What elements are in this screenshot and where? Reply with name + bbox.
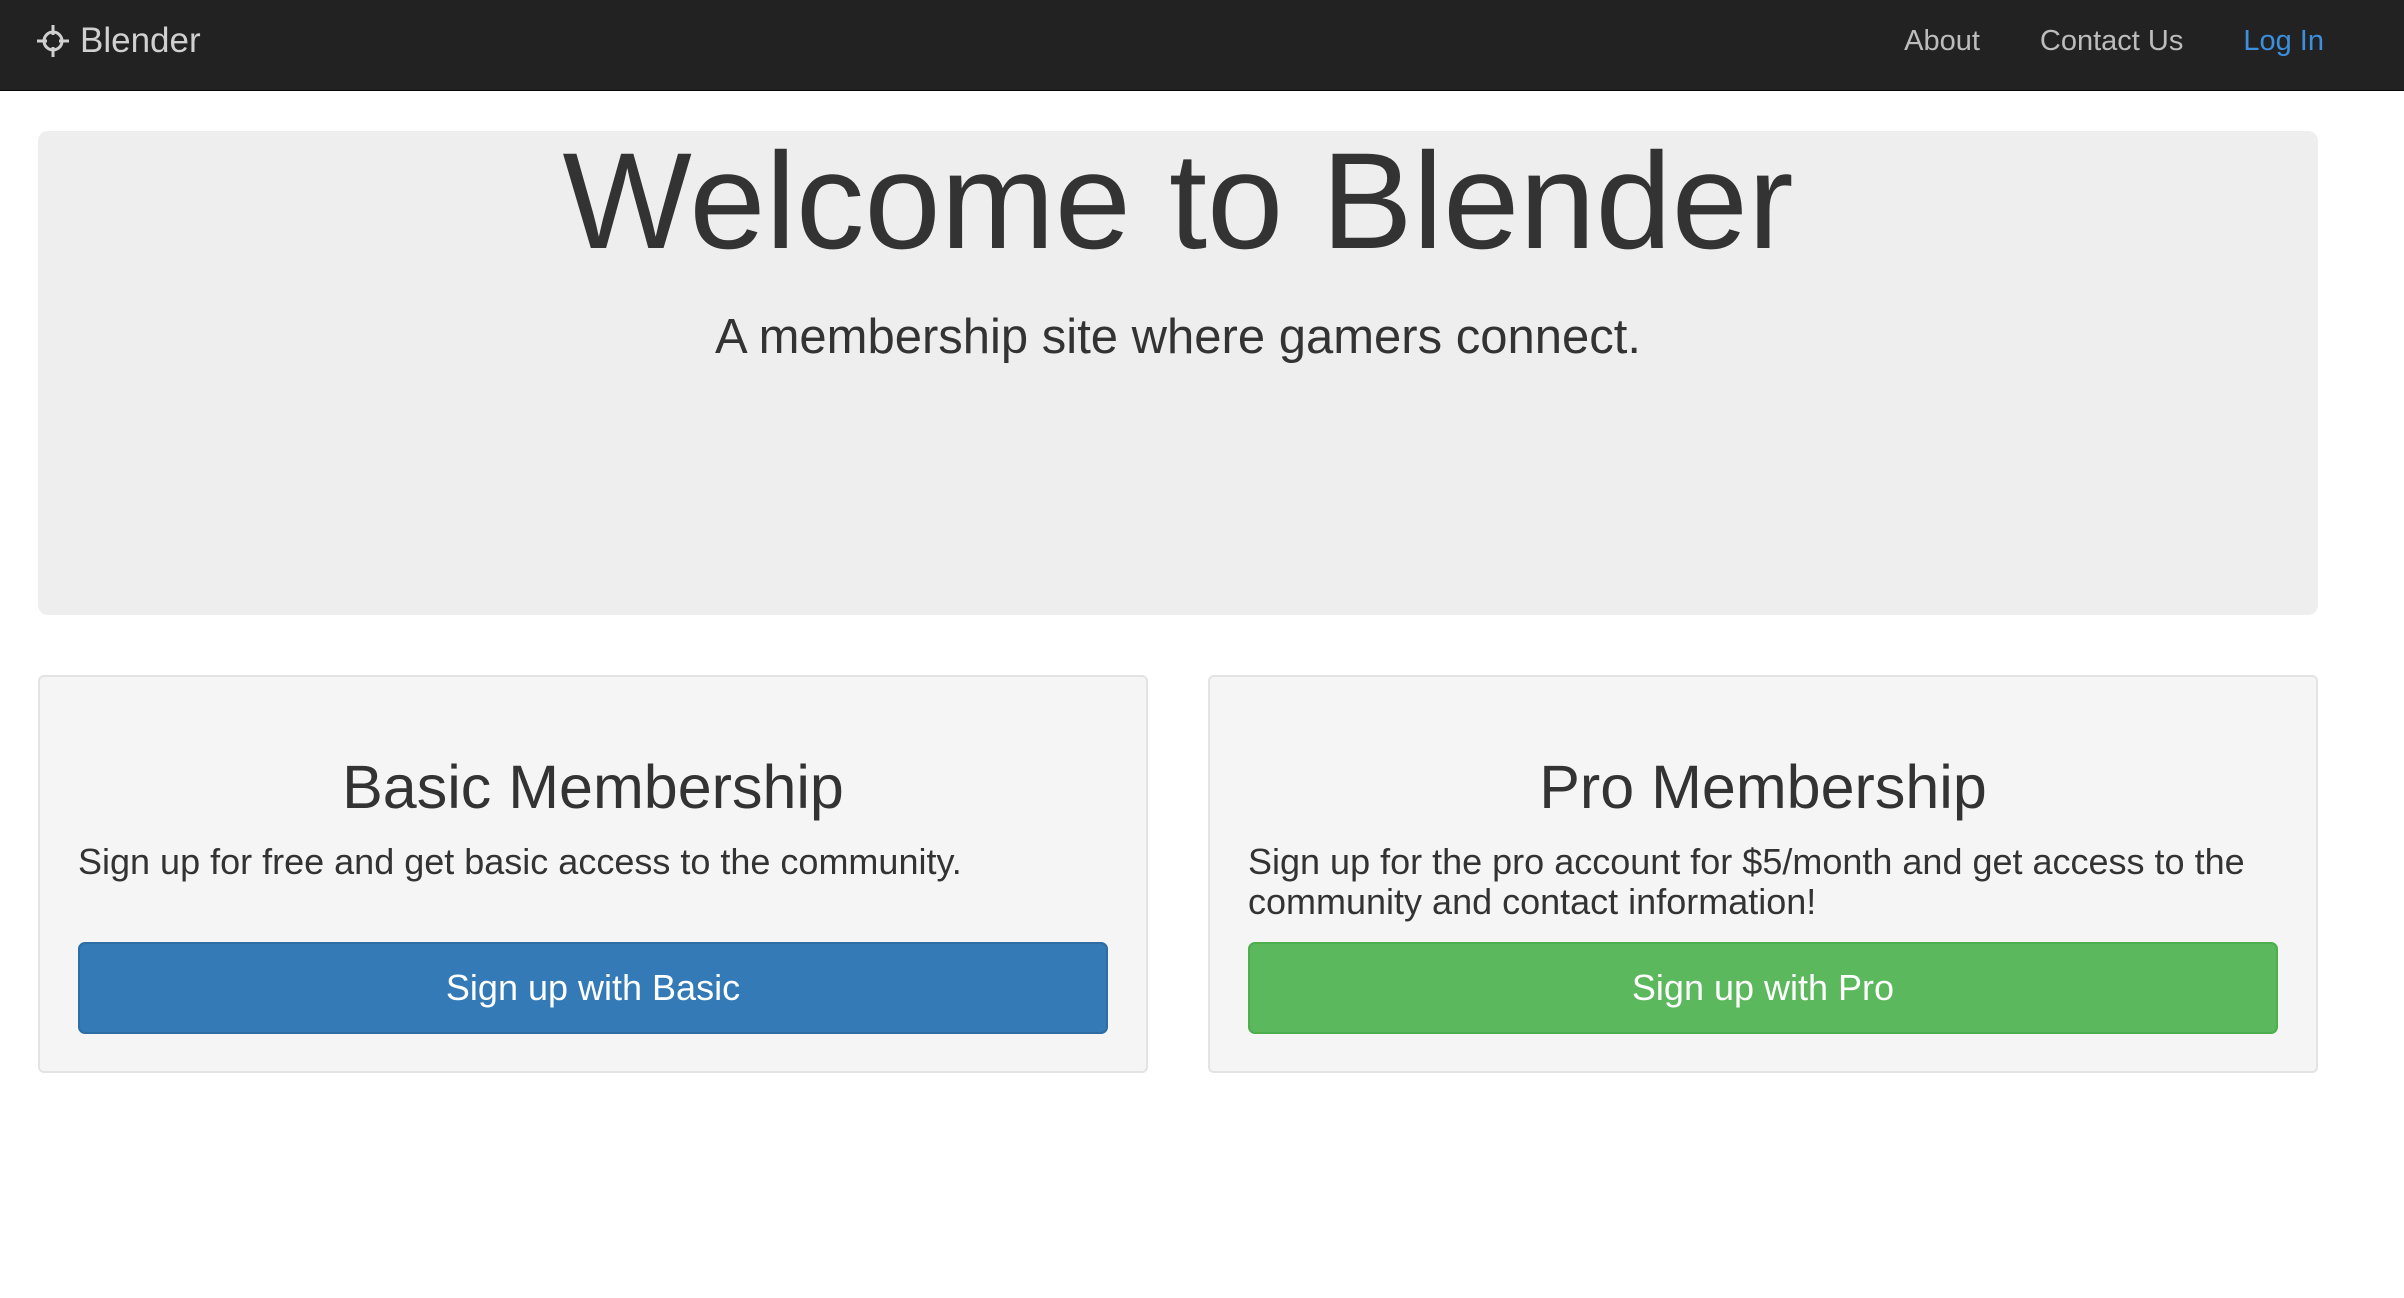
- pro-membership-card: Pro Membership Sign up for the pro accou…: [1208, 675, 2318, 1073]
- hero-jumbotron: Welcome to Blender A membership site whe…: [38, 131, 2318, 615]
- basic-membership-card: Basic Membership Sign up for free and ge…: [38, 675, 1148, 1073]
- navbar: Blender About Contact Us Log In: [0, 0, 2404, 91]
- sign-up-pro-button[interactable]: Sign up with Pro: [1248, 942, 2278, 1034]
- pro-membership-description: Sign up for the pro account for $5/month…: [1248, 841, 2245, 922]
- nav-link-about[interactable]: About: [1904, 25, 1980, 58]
- nav-link-contact-us[interactable]: Contact Us: [2040, 25, 2183, 58]
- nav-links: About Contact Us Log In: [1844, 0, 2324, 82]
- basic-membership-description: Sign up for free and get basic access to…: [78, 841, 962, 882]
- hero-subtitle: A membership site where gamers connect.: [715, 310, 1641, 364]
- hero-title: Welcome to Blender: [562, 125, 1794, 278]
- brand-link[interactable]: Blender: [36, 0, 201, 82]
- pro-membership-title: Pro Membership: [1539, 753, 1987, 821]
- brand-label: Blender: [80, 21, 201, 60]
- crosshair-icon: [36, 24, 70, 58]
- basic-membership-title: Basic Membership: [342, 753, 844, 821]
- sign-up-basic-button[interactable]: Sign up with Basic: [78, 942, 1108, 1034]
- nav-link-log-in[interactable]: Log In: [2243, 25, 2324, 58]
